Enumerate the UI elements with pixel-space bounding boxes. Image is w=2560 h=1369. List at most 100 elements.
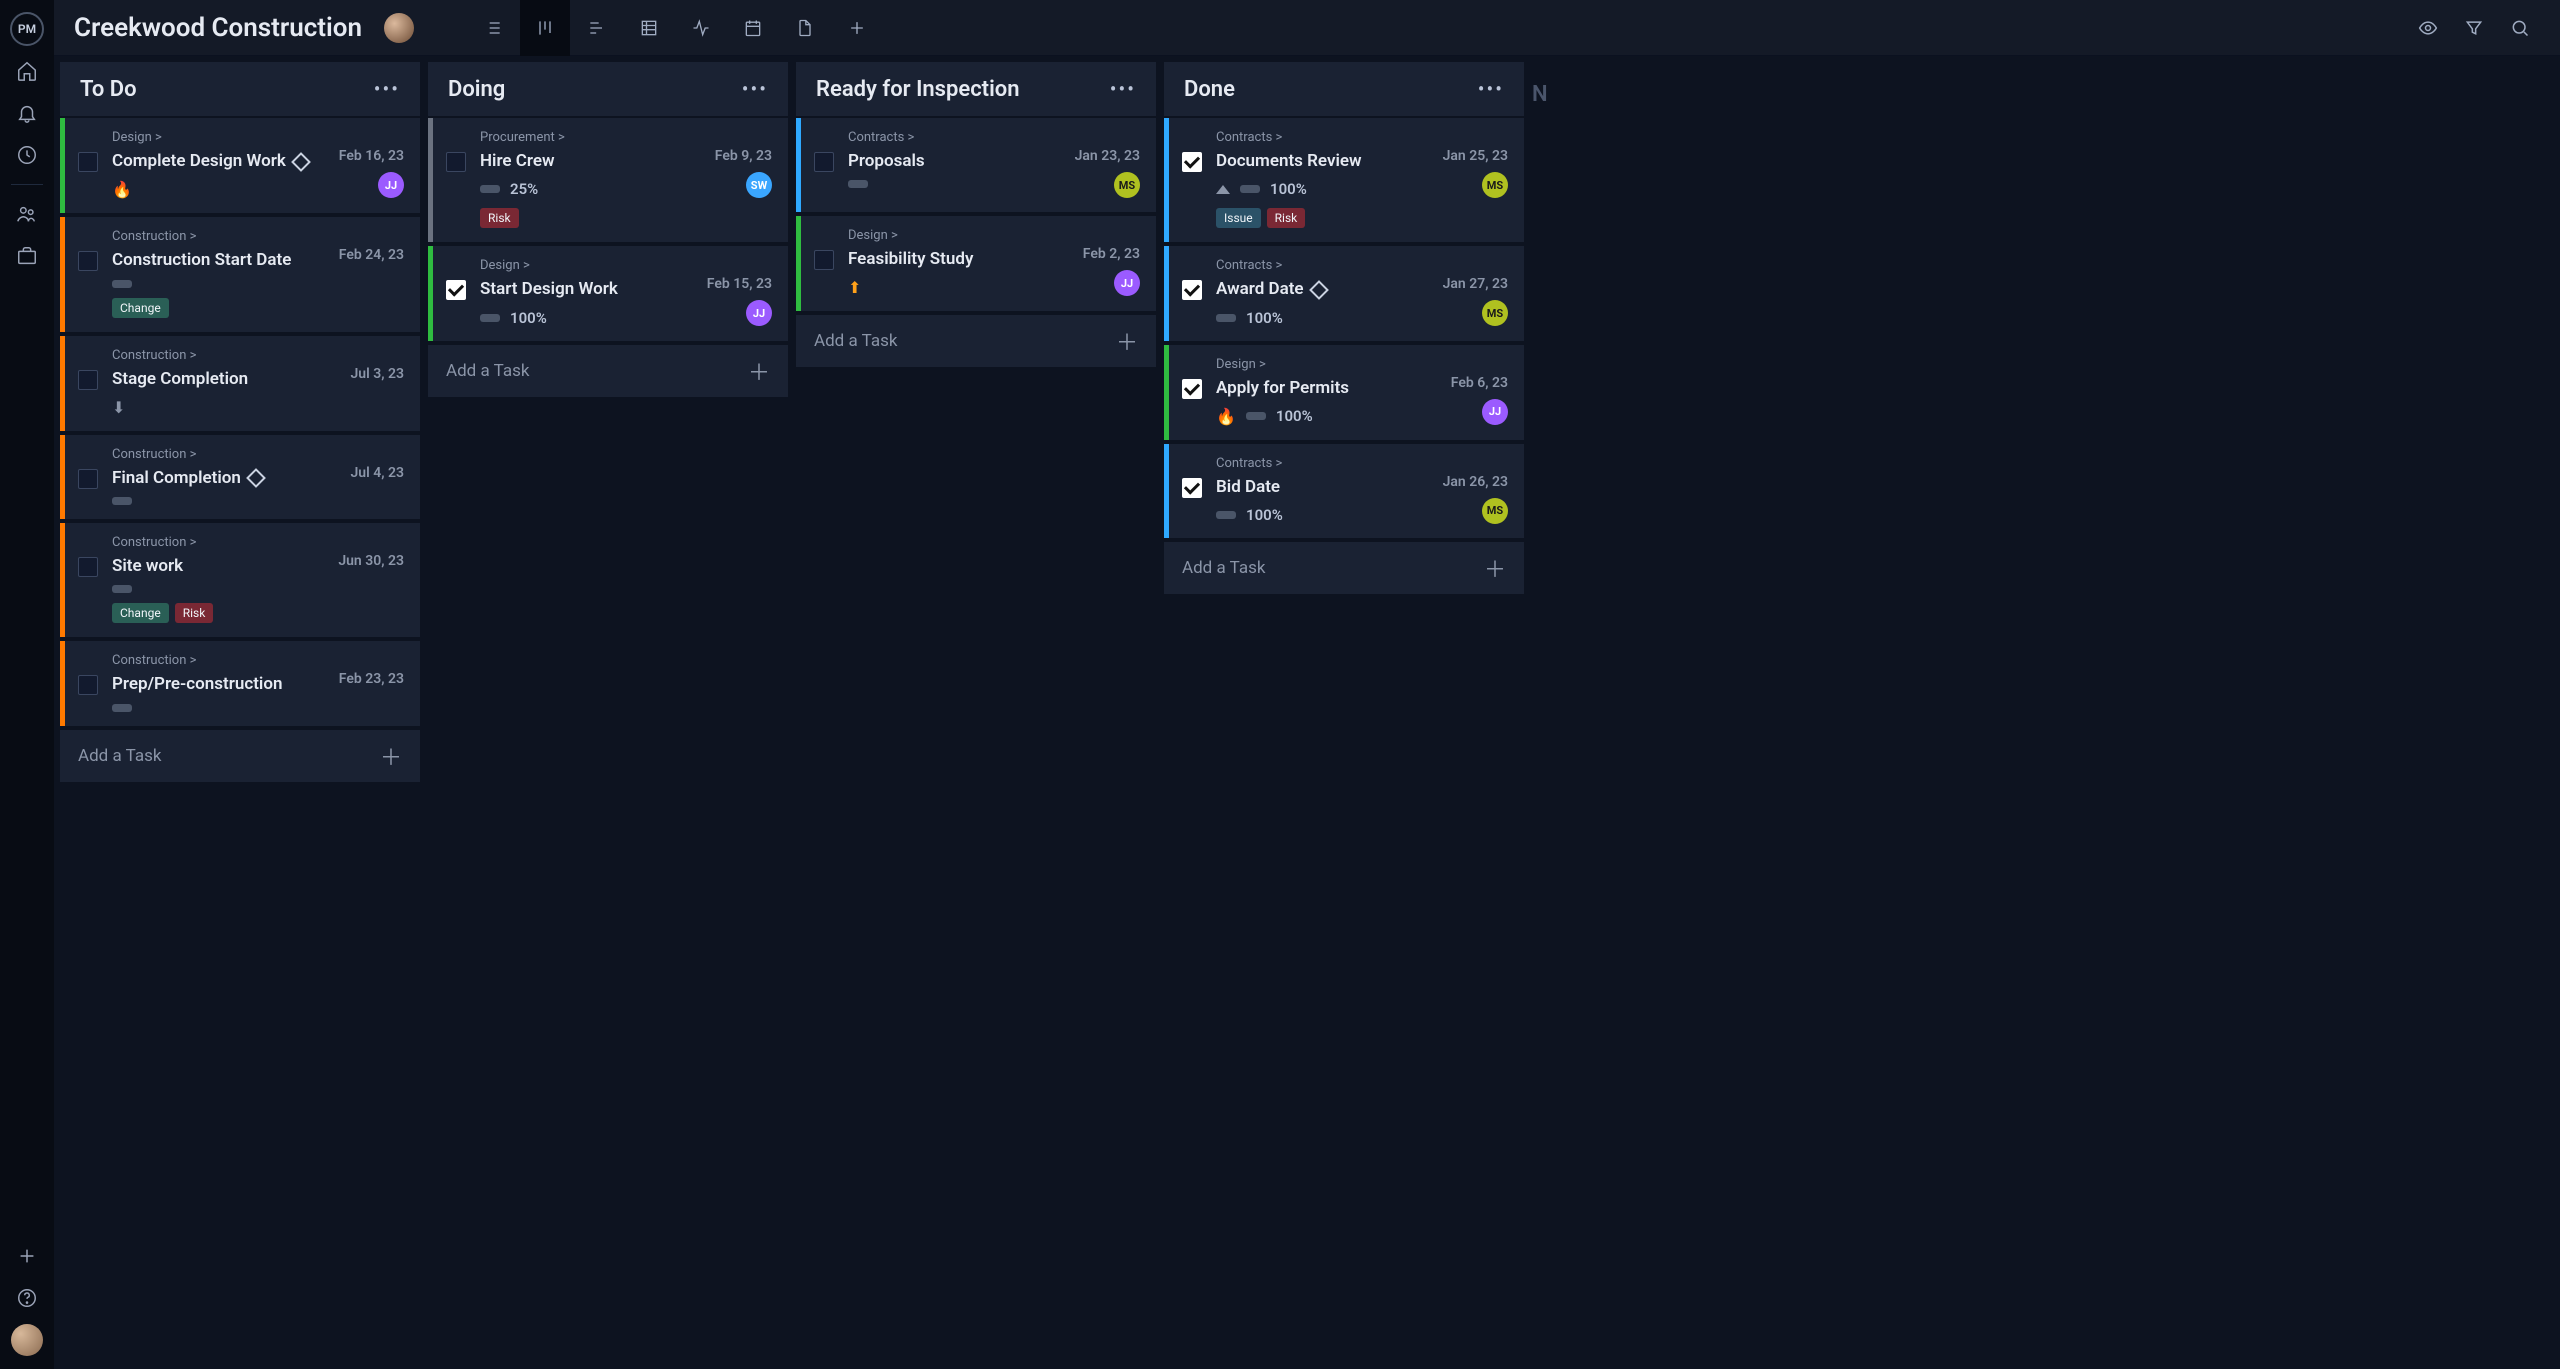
view-gantt-icon[interactable] xyxy=(572,0,622,56)
assignee-avatar[interactable]: JJ xyxy=(378,172,404,198)
card-meta: ⬇ xyxy=(112,398,320,417)
visibility-icon[interactable] xyxy=(2408,8,2448,48)
task-card[interactable]: Construction >Construction Start DateCha… xyxy=(60,217,420,331)
column-menu-icon[interactable]: ••• xyxy=(374,77,400,101)
recent-icon[interactable] xyxy=(8,136,46,174)
task-card[interactable]: Construction >Final CompletionJul 4, 23 xyxy=(60,435,420,519)
card-assignees: MS xyxy=(1482,498,1508,524)
add-task-button[interactable]: Add a Task＋ xyxy=(1164,542,1524,594)
card-title: Stage Completion xyxy=(112,369,248,390)
task-card[interactable]: Contracts >Award Date100%Jan 27, 23MS xyxy=(1164,246,1524,340)
view-add-icon[interactable] xyxy=(832,0,882,56)
column-body: Contracts >Documents Review100%IssueRisk… xyxy=(1164,118,1524,1369)
card-accent xyxy=(796,118,801,212)
logo-pm[interactable]: PM xyxy=(8,10,46,48)
add-task-button[interactable]: Add a Task＋ xyxy=(796,315,1156,367)
task-card[interactable]: Design >Apply for Permits🔥100%Feb 6, 23J… xyxy=(1164,345,1524,440)
search-icon[interactable] xyxy=(2500,8,2540,48)
task-checkbox[interactable] xyxy=(78,251,98,271)
column-menu-icon[interactable]: ••• xyxy=(1478,77,1504,101)
view-files-icon[interactable] xyxy=(780,0,830,56)
tag: Risk xyxy=(1267,208,1306,228)
tag: Risk xyxy=(480,208,519,228)
view-calendar-icon[interactable] xyxy=(728,0,778,56)
task-checkbox[interactable] xyxy=(1182,478,1202,498)
card-accent xyxy=(60,336,65,431)
task-card[interactable]: Construction >Stage Completion⬇Jul 3, 23 xyxy=(60,336,420,431)
card-date: Jan 27, 23 xyxy=(1443,276,1508,292)
filter-icon[interactable] xyxy=(2454,8,2494,48)
column-ready: Ready for Inspection•••Contracts >Propos… xyxy=(796,62,1156,1369)
view-board-icon[interactable] xyxy=(520,0,570,56)
task-checkbox[interactable] xyxy=(446,152,466,172)
assignee-avatar[interactable]: JJ xyxy=(1482,399,1508,425)
column-body: Procurement >Hire Crew25%RiskFeb 9, 23SW… xyxy=(428,118,788,1369)
progress-percent: 100% xyxy=(1276,407,1313,425)
progress-percent: 100% xyxy=(1246,309,1283,327)
add-task-button[interactable]: Add a Task＋ xyxy=(60,730,420,782)
task-checkbox[interactable] xyxy=(1182,152,1202,172)
card-side: Jan 27, 23 MS xyxy=(1424,258,1508,326)
task-checkbox[interactable] xyxy=(446,280,466,300)
task-card[interactable]: Contracts >Bid Date100%Jan 26, 23MS xyxy=(1164,444,1524,538)
task-checkbox[interactable] xyxy=(78,557,98,577)
assignee-avatar[interactable]: MS xyxy=(1482,498,1508,524)
view-workload-icon[interactable] xyxy=(676,0,726,56)
card-breadcrumb: Construction > xyxy=(112,447,320,462)
task-checkbox[interactable] xyxy=(1182,379,1202,399)
task-card[interactable]: Design >Feasibility Study⬆Feb 2, 23JJ xyxy=(796,216,1156,311)
task-checkbox[interactable] xyxy=(78,469,98,489)
task-checkbox[interactable] xyxy=(78,152,98,172)
user-avatar[interactable] xyxy=(8,1321,46,1359)
home-icon[interactable] xyxy=(8,52,46,90)
card-side: Feb 16, 23 JJ xyxy=(320,130,404,199)
assignee-avatar[interactable]: SW xyxy=(746,172,772,198)
task-card[interactable]: Design >Start Design Work100%Feb 15, 23J… xyxy=(428,246,788,340)
card-breadcrumb: Construction > xyxy=(112,653,320,668)
progress-bar-icon xyxy=(1240,185,1260,193)
add-task-button[interactable]: Add a Task＋ xyxy=(428,345,788,397)
column-header: Doing••• xyxy=(428,62,788,118)
column-menu-icon[interactable]: ••• xyxy=(742,77,768,101)
project-avatar[interactable] xyxy=(384,13,414,43)
portfolio-icon[interactable] xyxy=(8,237,46,275)
help-icon[interactable] xyxy=(8,1279,46,1317)
card-meta: 100% xyxy=(480,309,688,327)
assignee-avatar[interactable]: MS xyxy=(1482,300,1508,326)
main-area: Creekwood Construction To Do•••Design >C… xyxy=(54,0,2560,1369)
card-assignees: MS xyxy=(1482,300,1508,326)
card-meta xyxy=(112,497,320,505)
card-date: Feb 6, 23 xyxy=(1451,375,1508,391)
view-list-icon[interactable] xyxy=(468,0,518,56)
task-checkbox[interactable] xyxy=(1182,280,1202,300)
task-checkbox[interactable] xyxy=(78,675,98,695)
column-menu-icon[interactable]: ••• xyxy=(1110,77,1136,101)
task-checkbox[interactable] xyxy=(814,250,834,270)
team-icon[interactable] xyxy=(8,195,46,233)
task-checkbox[interactable] xyxy=(814,152,834,172)
task-card[interactable]: Procurement >Hire Crew25%RiskFeb 9, 23SW xyxy=(428,118,788,242)
notifications-icon[interactable] xyxy=(8,94,46,132)
card-date: Feb 16, 23 xyxy=(339,148,404,164)
task-card[interactable]: Contracts >Documents Review100%IssueRisk… xyxy=(1164,118,1524,242)
card-accent xyxy=(60,435,65,519)
task-card[interactable]: Contracts >ProposalsJan 23, 23MS xyxy=(796,118,1156,212)
assignee-avatar[interactable]: MS xyxy=(1482,172,1508,198)
card-breadcrumb: Design > xyxy=(1216,357,1424,372)
card-main: Construction >Prep/Pre-construction xyxy=(112,653,320,711)
task-card[interactable]: Design >Complete Design Work🔥Feb 16, 23J… xyxy=(60,118,420,213)
assignee-avatar[interactable]: MS xyxy=(1114,172,1140,198)
card-meta: 25% xyxy=(480,180,688,198)
card-meta xyxy=(112,280,320,288)
view-sheet-icon[interactable] xyxy=(624,0,674,56)
card-breadcrumb: Design > xyxy=(112,130,320,145)
card-breadcrumb: Contracts > xyxy=(1216,258,1424,273)
assignee-avatar[interactable]: JJ xyxy=(746,300,772,326)
card-assignees: SW xyxy=(746,172,772,198)
assignee-avatar[interactable]: JJ xyxy=(1114,270,1140,296)
task-card[interactable]: Construction >Site workChangeRiskJun 30,… xyxy=(60,523,420,637)
task-card[interactable]: Construction >Prep/Pre-constructionFeb 2… xyxy=(60,641,420,725)
task-checkbox[interactable] xyxy=(78,370,98,390)
add-icon[interactable] xyxy=(8,1237,46,1275)
card-main: Design >Feasibility Study⬆ xyxy=(848,228,1056,297)
